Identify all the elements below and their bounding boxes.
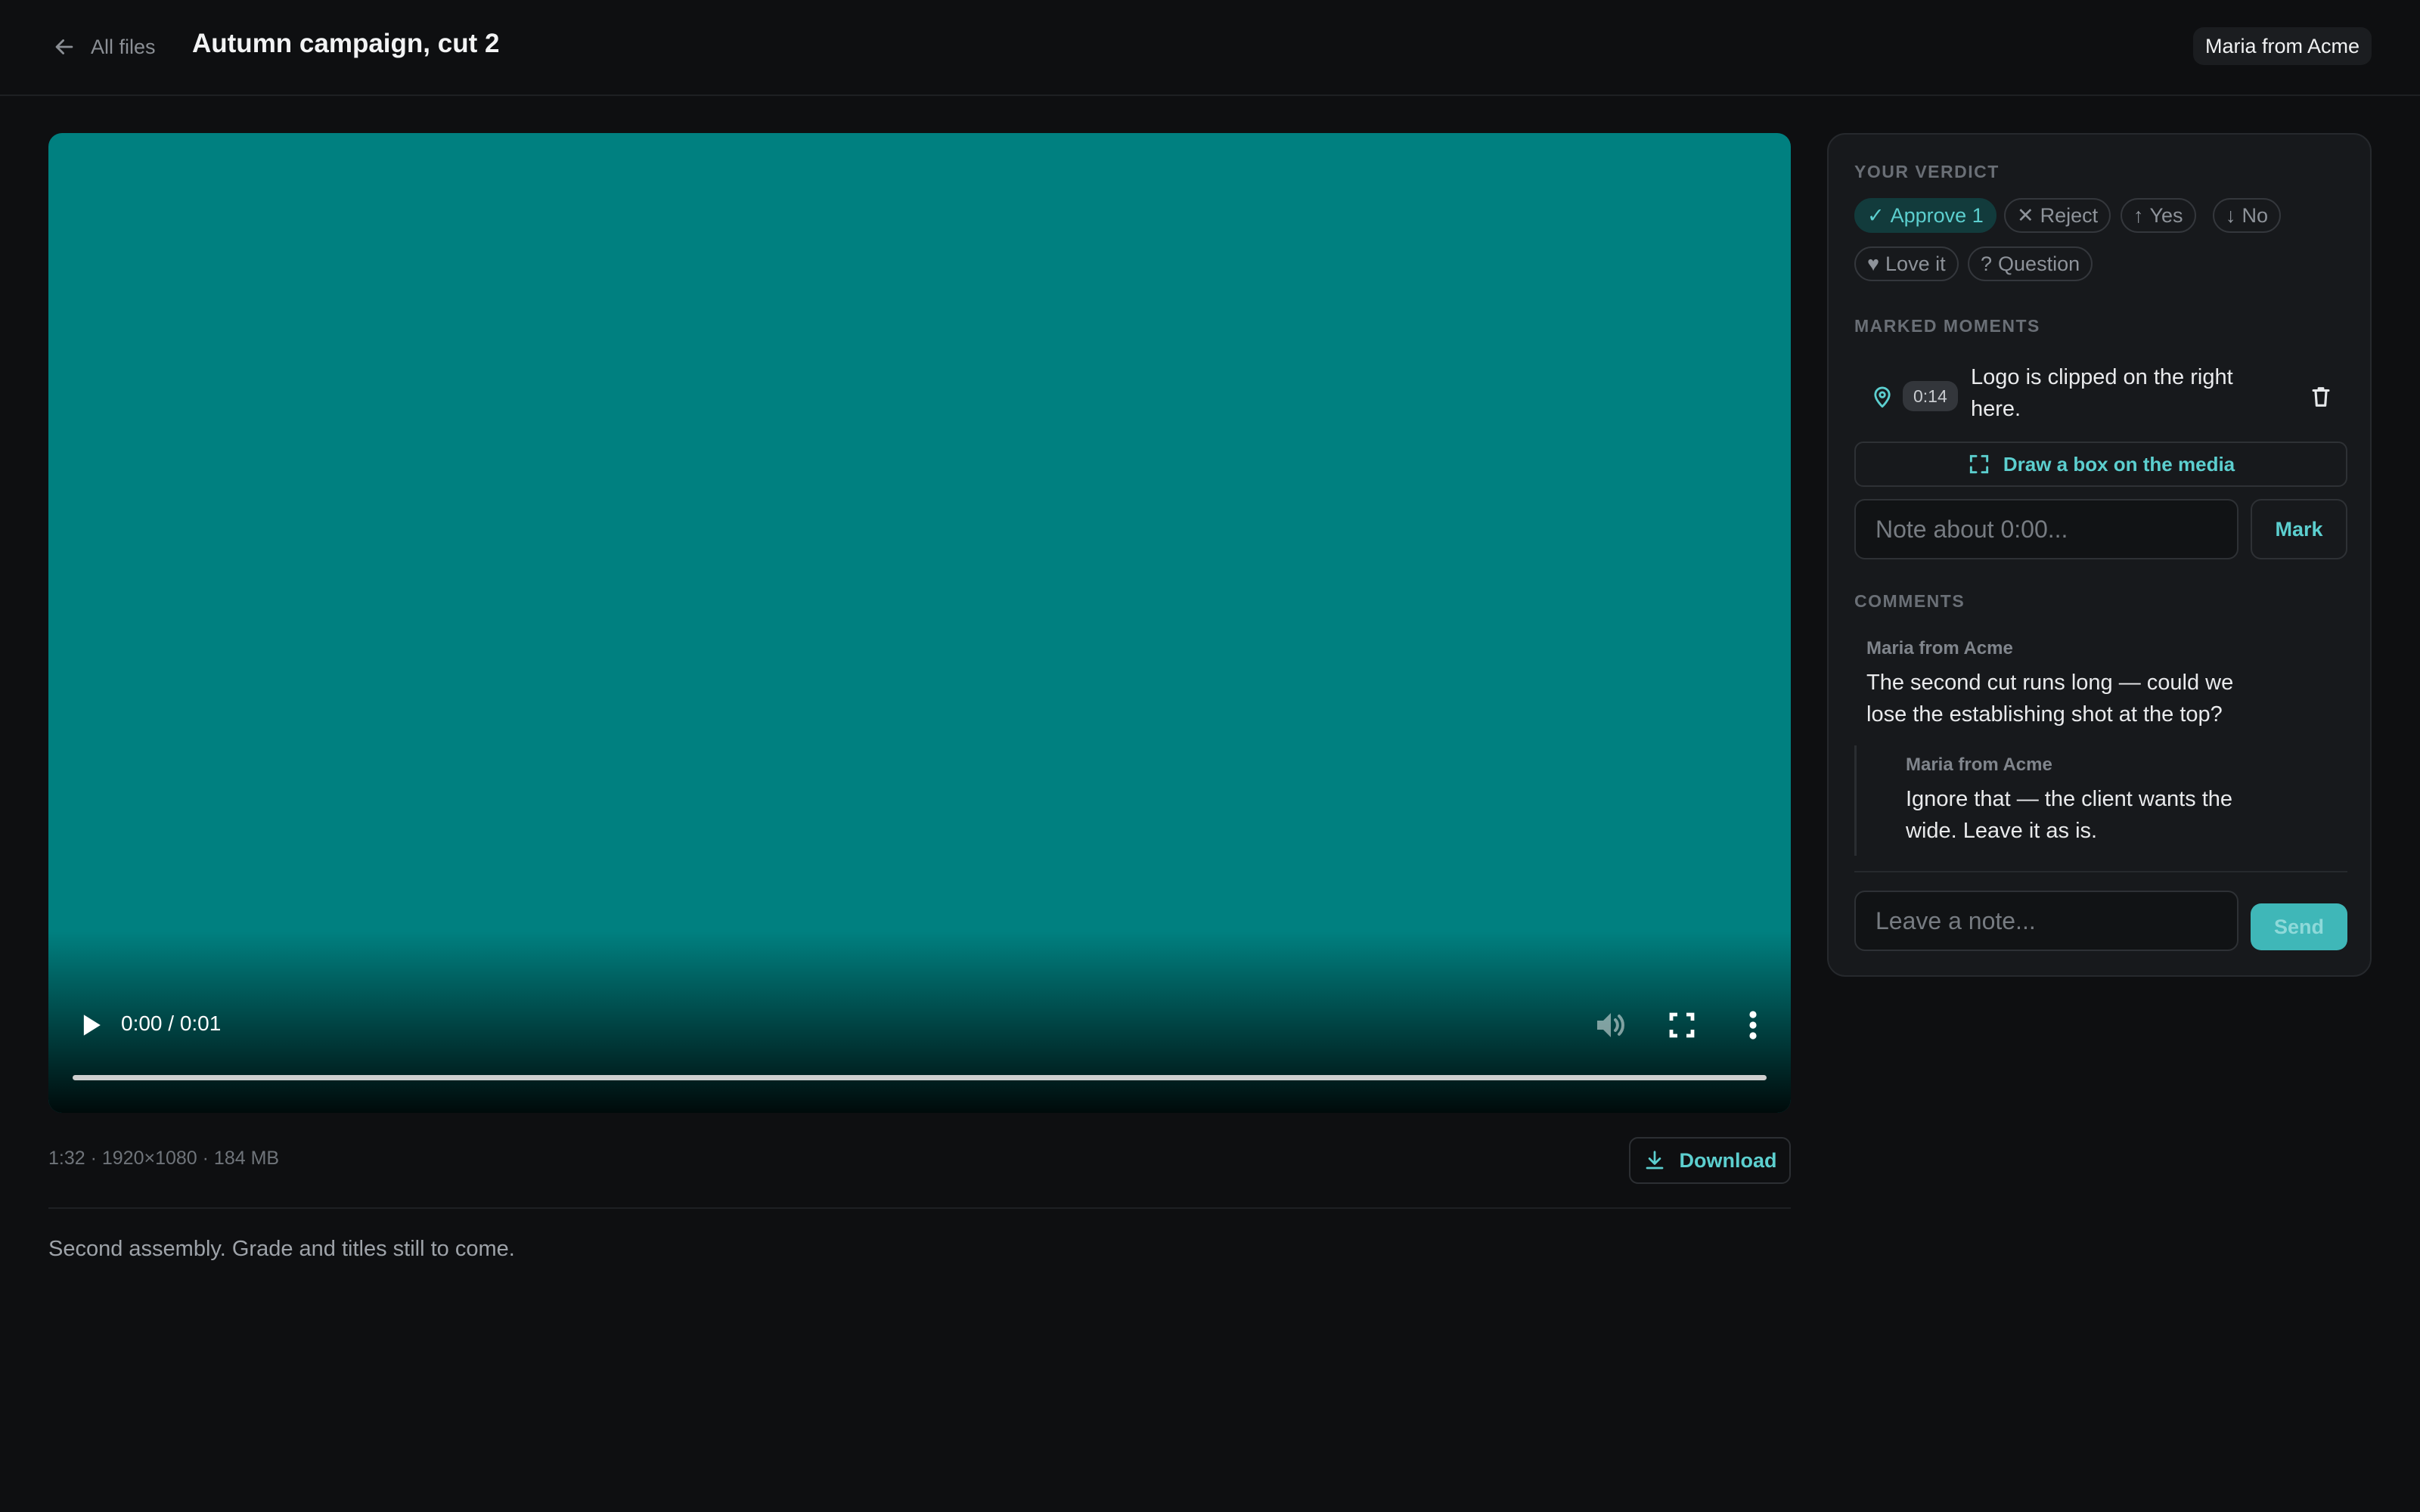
video-player[interactable]: 0:00 / 0:01	[48, 133, 1791, 1113]
back-label: All files	[91, 35, 156, 58]
chip-label: Yes	[2149, 203, 2183, 227]
arrow-up-icon: ↑	[2133, 203, 2144, 227]
panel-divider	[1854, 871, 2347, 872]
verdict-question-chip[interactable]: ? Question	[1968, 246, 2093, 281]
download-label: Download	[1679, 1148, 1777, 1172]
comments-heading: COMMENTS	[1854, 591, 1965, 611]
marked-moment[interactable]: 0:14 Logo is clipped on the right here.	[1854, 361, 2347, 434]
verdict-love-chip[interactable]: ♥ Love it	[1854, 246, 1959, 281]
back-to-all-files-link[interactable]: All files	[51, 30, 156, 64]
page-title: Autumn campaign, cut 2	[192, 29, 500, 58]
play-icon[interactable]	[74, 1009, 107, 1042]
progress-bar[interactable]	[73, 1075, 1767, 1080]
marked-moments-heading: MARKED MOMENTS	[1854, 316, 2040, 336]
comment-body: Ignore that — the client wants the wide.…	[1906, 787, 2233, 843]
trash-icon[interactable]	[2308, 384, 2334, 410]
verdict-no-chip[interactable]: ↓ No	[2213, 198, 2282, 233]
question-icon: ?	[1981, 252, 1993, 275]
file-meta: 1:32 · 1920×1080 · 184 MB	[48, 1148, 280, 1169]
verdict-reject-chip[interactable]: ✕ Reject	[2004, 198, 2111, 233]
heart-icon: ♥	[1867, 252, 1880, 275]
comment-body: The second cut runs long — could we lose…	[1866, 671, 2234, 727]
file-description: Second assembly. Grade and titles still …	[48, 1237, 515, 1261]
volume-icon[interactable]	[1591, 1007, 1627, 1043]
comment: Maria from Acme The second cut runs long…	[1866, 638, 2260, 730]
comment-author: Maria from Acme	[1906, 754, 2052, 775]
chip-label: Love it	[1885, 252, 1946, 275]
draw-box-button[interactable]: Draw a box on the media	[1854, 442, 2347, 487]
arrow-left-icon	[55, 39, 73, 54]
verdict-heading: YOUR VERDICT	[1854, 162, 2000, 181]
top-bar: All files Autumn campaign, cut 2 Maria f…	[0, 0, 2420, 96]
chip-label: Approve 1	[1890, 203, 1984, 227]
moment-timestamp[interactable]: 0:14	[1903, 381, 1958, 411]
controls-gradient	[48, 931, 1791, 1113]
moment-note-input[interactable]	[1854, 499, 2238, 559]
divider	[48, 1207, 1791, 1209]
frame-corners-icon	[1969, 454, 1988, 474]
chip-label: Reject	[2040, 203, 2099, 227]
download-button[interactable]: Download	[1629, 1137, 1791, 1184]
comment-input[interactable]	[1854, 891, 2238, 951]
more-vertical-icon[interactable]	[1739, 1007, 1767, 1043]
user-badge[interactable]: Maria from Acme	[2192, 27, 2372, 65]
draw-box-label: Draw a box on the media	[2003, 452, 2235, 476]
mark-button[interactable]: Mark	[2251, 499, 2347, 559]
chip-label: Question	[1998, 252, 2080, 275]
download-icon	[1646, 1151, 1663, 1170]
verdict-yes-chip[interactable]: ↑ Yes	[2121, 198, 2196, 233]
send-button[interactable]: Send	[2251, 903, 2347, 950]
fullscreen-icon[interactable]	[1664, 1007, 1700, 1043]
time-display: 0:00 / 0:01	[121, 1012, 222, 1035]
arrow-down-icon: ↓	[2226, 203, 2236, 227]
comment-reply: Maria from Acme Ignore that — the client…	[1906, 754, 2276, 847]
chip-label: No	[2242, 203, 2269, 227]
moment-text: Logo is clipped on the right here.	[1971, 365, 2233, 421]
check-icon: ✓	[1867, 203, 1885, 227]
review-panel: YOUR VERDICT ✓ Approve 1 ✕ Reject ↑ Yes …	[1827, 133, 2372, 977]
map-pin-icon	[1874, 386, 1891, 408]
reply-thread-line	[1854, 745, 1857, 856]
verdict-approve-chip[interactable]: ✓ Approve 1	[1854, 198, 1996, 233]
x-icon: ✕	[2017, 203, 2034, 227]
comment-author: Maria from Acme	[1866, 638, 2013, 658]
